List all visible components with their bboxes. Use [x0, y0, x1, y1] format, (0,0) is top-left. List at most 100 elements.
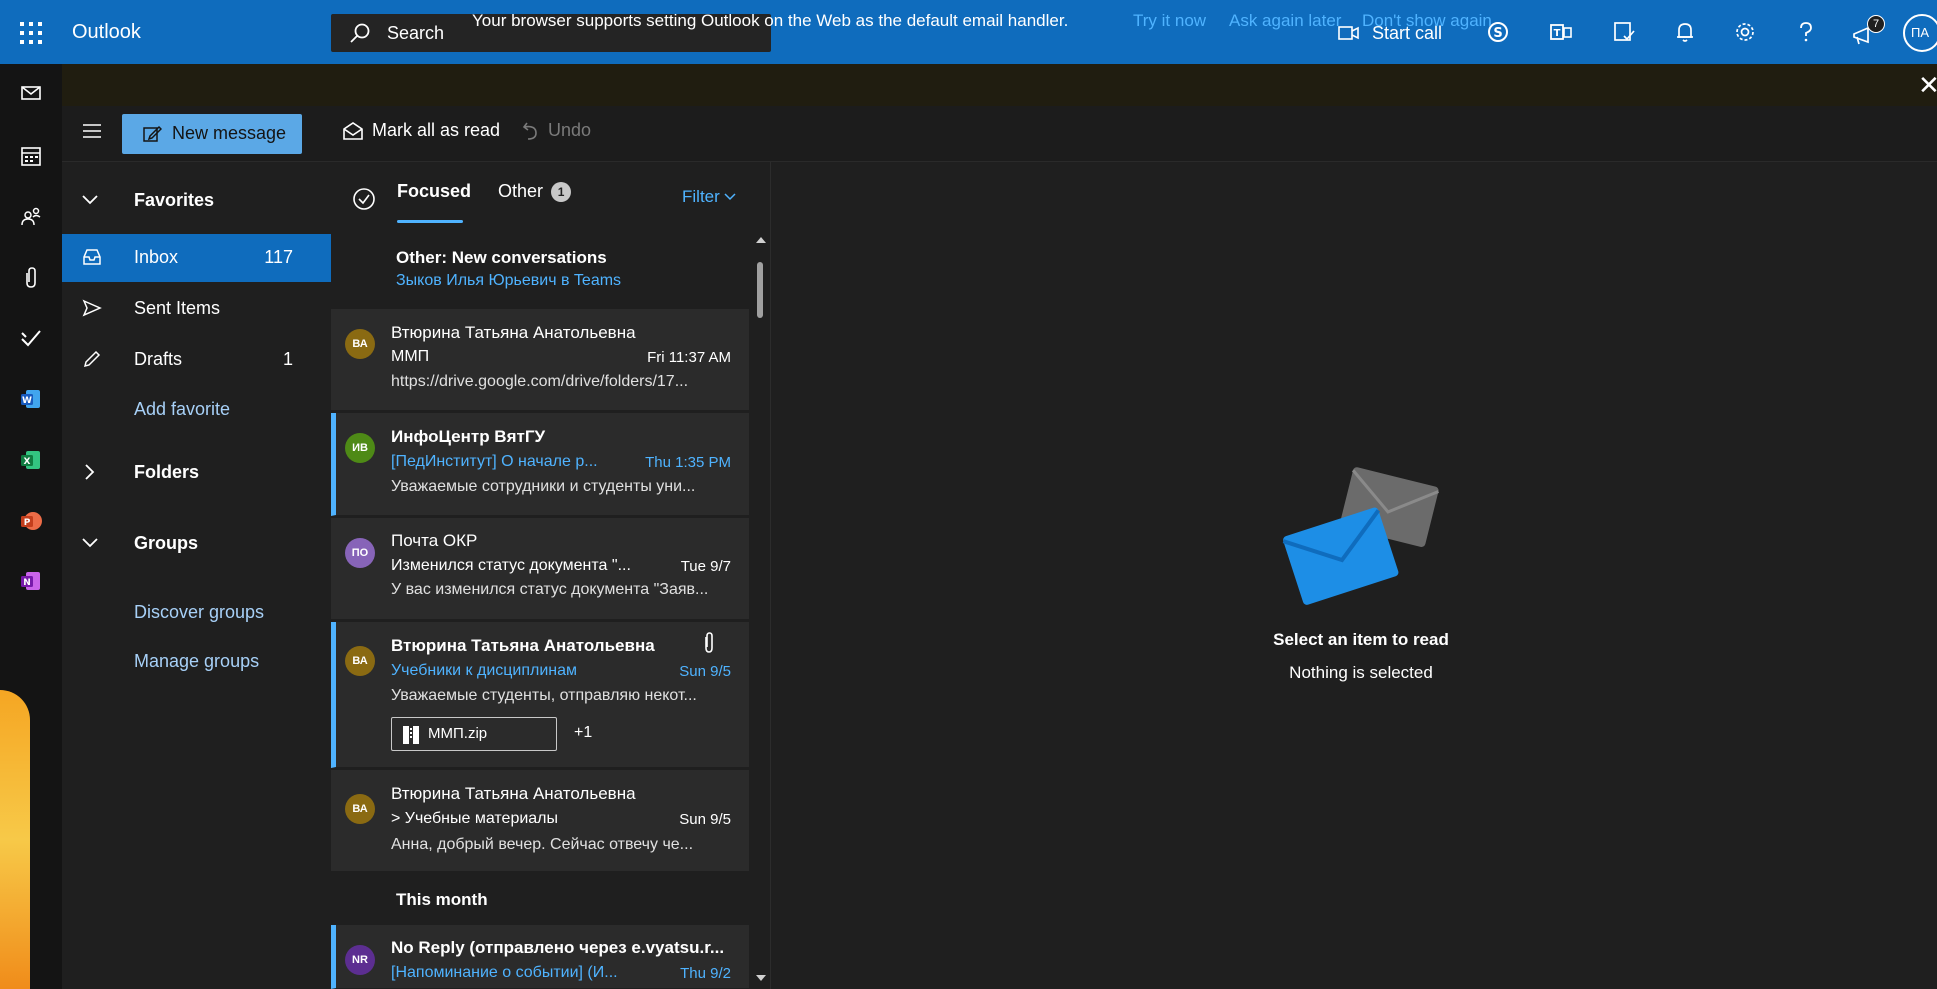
folder-sent[interactable]: Sent Items — [62, 285, 331, 333]
message-sender: Втюрина Татьяна Анатольевна — [391, 636, 655, 655]
svg-text:N: N — [23, 578, 31, 588]
attachment-chip[interactable]: ММП.zip — [391, 717, 557, 751]
people-icon[interactable] — [18, 203, 44, 229]
tab-other[interactable]: Other 1 — [498, 181, 572, 202]
feedback-badge: 7 — [1867, 15, 1885, 33]
message-sender: Втюрина Татьяна Анатольевна — [391, 323, 636, 342]
message-list-scrollbar[interactable] — [752, 232, 770, 989]
close-icon[interactable]: ✕ — [1918, 70, 1937, 101]
folders-header[interactable]: Folders — [62, 449, 331, 497]
default-handler-banner — [62, 64, 1937, 106]
filter-button[interactable]: Filter — [682, 187, 736, 207]
discover-groups-label: Discover groups — [134, 602, 265, 622]
message-subject: [Напоминание о событии] (И... — [391, 964, 618, 981]
waffle-icon[interactable] — [18, 20, 44, 46]
select-all-icon[interactable] — [352, 187, 376, 211]
groups-header[interactable]: Groups — [62, 520, 331, 568]
scroll-up-arrow[interactable] — [755, 236, 767, 244]
message-sender: No Reply (отправлено через e.vyatsu.r... — [391, 938, 725, 957]
favorites-label: Favorites — [134, 190, 215, 210]
calendar-icon[interactable] — [18, 143, 44, 169]
teams-icon[interactable]: T — [1549, 20, 1573, 44]
bell-icon[interactable] — [1673, 20, 1697, 44]
message-preview: У вас изменился статус документа "Заяв..… — [391, 581, 709, 598]
message-preview: Уважаемые сотрудники и студенты уни... — [391, 478, 696, 495]
app-title[interactable]: Outlook — [72, 21, 141, 44]
folder-drafts[interactable]: Drafts 1 — [62, 336, 331, 384]
help-icon[interactable] — [1794, 20, 1818, 44]
new-message-button[interactable]: New message — [122, 114, 302, 154]
message-subject: ММП — [391, 348, 430, 365]
svg-text:S: S — [1493, 26, 1502, 41]
svg-text:W: W — [22, 396, 32, 406]
message-subject: > Учебные материалы — [391, 810, 559, 827]
todo-rail-icon[interactable] — [18, 325, 44, 351]
more-attachments[interactable]: +1 — [574, 724, 592, 742]
message-subject: [ПедИнститут] О начале р... — [391, 453, 598, 470]
message-item[interactable]: ИВ ИнфоЦентр ВятГУ [ПедИнститут] О начал… — [331, 413, 749, 516]
message-subject: Учебники к дисциплинам — [391, 662, 578, 679]
background-accent — [0, 690, 30, 989]
tab-focused[interactable]: Focused — [397, 181, 471, 202]
banner-message: Your browser supports setting Outlook on… — [472, 11, 1069, 30]
ask-again-later-link[interactable]: Ask again later — [1229, 11, 1341, 31]
sender-avatar: ВА — [345, 794, 375, 824]
attach-icon[interactable] — [18, 265, 44, 291]
excel-icon[interactable]: X — [18, 447, 44, 473]
undo-label: Undo — [548, 120, 592, 140]
inbox-label: Inbox — [134, 247, 179, 267]
sender-avatar: ВА — [345, 329, 375, 359]
svg-text:T: T — [1554, 28, 1561, 39]
message-time: Sun 9/5 — [679, 663, 731, 680]
message-item[interactable]: ВА Втюрина Татьяна Анатольевна > Учебные… — [331, 770, 749, 872]
message-sender: ИнфоЦентр ВятГУ — [391, 427, 546, 446]
active-tab-indicator — [397, 220, 463, 223]
folder-inbox[interactable]: Inbox 117 — [62, 234, 331, 282]
scrollbar-thumb[interactable] — [757, 262, 763, 318]
scroll-down-arrow[interactable] — [755, 974, 767, 982]
new-message-label: New message — [172, 123, 287, 143]
search-input[interactable]: Search — [387, 23, 444, 44]
message-time: Thu 1:35 PM — [645, 454, 731, 471]
chevron-down-icon — [82, 195, 98, 205]
manage-groups-label: Manage groups — [134, 651, 260, 671]
user-avatar[interactable]: ПА — [1903, 14, 1937, 52]
onenote-icon[interactable]: N — [18, 568, 44, 594]
message-sender: Втюрина Татьяна Анатольевна — [391, 784, 636, 803]
sent-label: Sent Items — [134, 298, 221, 318]
message-item[interactable]: ПО Почта ОКР Изменился статус документа … — [331, 518, 749, 620]
attachment-name: ММП.zip — [428, 725, 488, 742]
message-sender: Почта ОКР — [391, 531, 478, 550]
todo-icon[interactable] — [1612, 20, 1636, 44]
mark-all-read-button[interactable]: Mark all as read — [342, 120, 500, 141]
manage-groups-link[interactable]: Manage groups — [62, 638, 331, 686]
notice-line: Зыков Илья Юрьевич в Teams — [396, 272, 622, 289]
other-notice[interactable]: Other: New conversations Зыков Илья Юрье… — [331, 238, 749, 304]
favorites-header[interactable]: Favorites — [62, 177, 331, 225]
message-time: Fri 11:37 AM — [647, 349, 731, 366]
undo-button[interactable]: Undo — [522, 120, 591, 141]
compose-icon — [143, 125, 162, 142]
discover-groups-link[interactable]: Discover groups — [62, 589, 331, 637]
paperclip-icon — [705, 632, 713, 653]
powerpoint-icon[interactable]: P — [18, 508, 44, 534]
message-item[interactable]: NR No Reply (отправлено через e.vyatsu.r… — [331, 925, 749, 989]
try-it-now-link[interactable]: Try it now — [1133, 11, 1206, 31]
add-favorite-label: Add favorite — [134, 399, 231, 419]
top-bar — [0, 0, 1937, 64]
mail-icon[interactable] — [18, 80, 44, 106]
chevron-down-icon — [82, 538, 98, 548]
hamburger-icon[interactable] — [82, 123, 102, 139]
chevron-right-icon — [85, 464, 95, 480]
message-preview: Анна, добрый вечер. Сейчас отвечу че... — [391, 836, 694, 853]
add-favorite-link[interactable]: Add favorite — [62, 386, 331, 434]
inbox-count: 117 — [264, 247, 293, 267]
word-icon[interactable]: W — [18, 386, 44, 412]
message-item[interactable]: ВА Втюрина Татьяна Анатольевна ММП Fri 1… — [331, 309, 749, 411]
group-header-this-month: This month — [396, 890, 488, 909]
gear-icon[interactable] — [1733, 20, 1757, 44]
empty-state-subtitle: Nothing is selected — [1289, 663, 1433, 682]
zip-file-icon — [403, 726, 419, 744]
drafts-label: Drafts — [134, 349, 183, 369]
dont-show-again-link[interactable]: Don't show again — [1362, 11, 1492, 31]
